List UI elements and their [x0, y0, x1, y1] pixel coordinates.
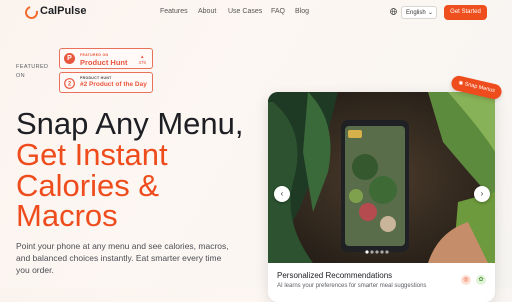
carousel-prev-button[interactable]: ‹ — [274, 186, 290, 202]
top-nav: CalPulse Features About Use Cases FAQ Bl… — [0, 0, 512, 26]
target-icon: ◎ — [461, 275, 471, 285]
hero-heading-line2: Get Instant — [16, 137, 168, 172]
nav-link-features[interactable]: Features — [160, 8, 188, 15]
leaf-icon: ✿ — [476, 275, 486, 285]
badge-title: #2 Product of the Day — [80, 81, 147, 88]
phone-menu-photo — [268, 92, 495, 263]
badge-title: Product Hunt — [80, 58, 128, 67]
card-title: Personalized Recommendations — [277, 271, 393, 280]
upvote-number: 376 — [138, 60, 146, 65]
hero-subtitle: Point your phone at any menu and see cal… — [16, 241, 229, 275]
globe-icon — [390, 8, 397, 15]
medal-icon: 2 — [64, 78, 75, 89]
svg-text:2: 2 — [68, 82, 72, 88]
language-value: English — [406, 10, 426, 16]
product-hunt-badge[interactable]: P FEATURED ON Product Hunt ▲ 376 — [59, 48, 153, 69]
badge-kicker: PRODUCT HUNT — [80, 76, 112, 80]
card-description: AI learns your preferences for smarter m… — [277, 283, 427, 289]
showcase-card: ‹ › Personalized Recommendations AI lear… — [268, 92, 495, 302]
badge-kicker: FEATURED ON — [80, 53, 109, 57]
product-of-day-badge[interactable]: 2 PRODUCT HUNT #2 Product of the Day — [59, 72, 153, 93]
hero-heading-line4: Macros — [16, 198, 118, 233]
hero-heading-line1: Snap Any Menu, — [16, 106, 244, 141]
brand-name[interactable]: CalPulse — [40, 5, 86, 17]
product-hunt-icon: P — [64, 53, 75, 64]
chevron-down-icon: ⌄ — [427, 10, 433, 16]
featured-label-line2: ON — [16, 73, 26, 79]
language-select[interactable]: English ⌄ — [401, 6, 437, 19]
get-started-button[interactable]: Get Started — [444, 5, 487, 20]
snap-menus-label: Snap Menus — [463, 81, 496, 95]
nav-link-about[interactable]: About — [198, 8, 216, 15]
brand-logo-icon — [22, 3, 41, 22]
nav-link-blog[interactable]: Blog — [295, 8, 309, 15]
carousel-next-button[interactable]: › — [474, 186, 490, 202]
upvote-count: ▲ 376 — [138, 54, 146, 66]
hero-heading-line3: Calories & — [16, 168, 159, 203]
featured-on-label: FEATURED ON — [16, 63, 48, 81]
nav-link-faq[interactable]: FAQ — [271, 8, 285, 15]
nav-link-use-cases[interactable]: Use Cases — [228, 8, 262, 15]
featured-label-line1: FEATURED — [16, 64, 49, 70]
